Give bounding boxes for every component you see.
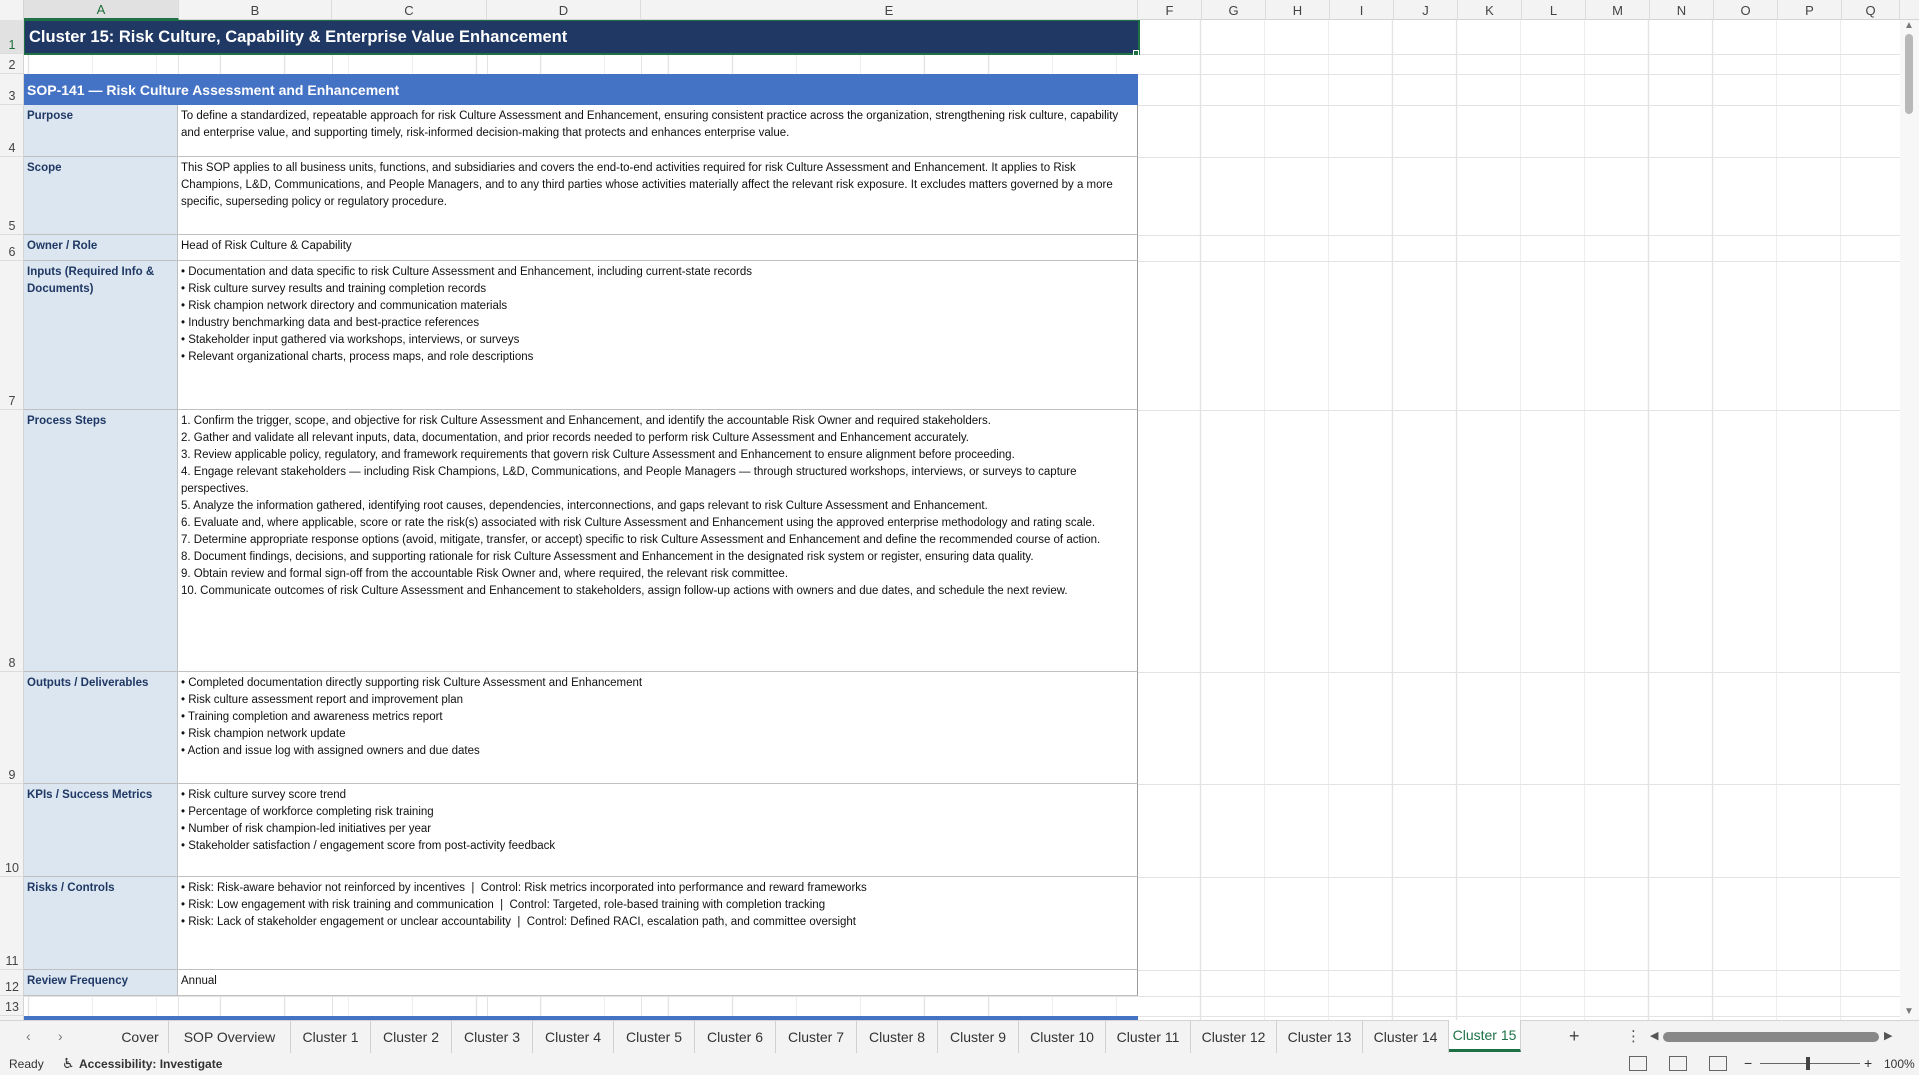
process-steps-label[interactable]: Process Steps	[24, 410, 178, 672]
risks-controls-label[interactable]: Risks / Controls	[24, 877, 178, 970]
normal-view-icon[interactable]	[1629, 1056, 1647, 1071]
column-header-m[interactable]: M	[1586, 0, 1650, 20]
zoom-out-icon[interactable]: −	[1744, 1055, 1752, 1071]
tab-cluster-1[interactable]: Cluster 1	[291, 1021, 371, 1053]
tab-cluster-3[interactable]: Cluster 3	[452, 1021, 533, 1053]
zoom-in-icon[interactable]: +	[1864, 1055, 1872, 1071]
scope-label[interactable]: Scope	[24, 157, 178, 235]
row-header-7[interactable]: 7	[0, 261, 23, 410]
column-header-bar: A B C D E F G H I J K L M N O P Q	[0, 0, 1919, 20]
scroll-up-icon[interactable]: ▲	[1904, 20, 1914, 31]
tab-cover[interactable]: Cover	[112, 1021, 169, 1053]
row-header-1[interactable]: 1	[0, 20, 23, 54]
row-header-10[interactable]: 10	[0, 784, 23, 877]
excel-window: A B C D E F G H I J K L M N O P Q 1 2 3 …	[0, 0, 1919, 1075]
tab-cluster-2[interactable]: Cluster 2	[371, 1021, 452, 1053]
status-ready: Ready	[9, 1057, 44, 1071]
tab-cluster-9[interactable]: Cluster 9	[938, 1021, 1019, 1053]
owner-label[interactable]: Owner / Role	[24, 235, 178, 261]
zoom-level[interactable]: 100%	[1884, 1057, 1915, 1071]
scope-value[interactable]: This SOP applies to all business units, …	[178, 157, 1138, 235]
tab-cluster-14[interactable]: Cluster 14	[1363, 1021, 1449, 1053]
column-header-e[interactable]: E	[641, 0, 1138, 20]
column-header-p[interactable]: P	[1778, 0, 1842, 20]
tab-cluster-15[interactable]: Cluster 15	[1449, 1020, 1521, 1052]
select-all-corner[interactable]	[0, 0, 24, 20]
zoom-slider-thumb[interactable]	[1806, 1057, 1810, 1070]
chevron-left-icon[interactable]: ‹	[26, 1028, 31, 1044]
zoom-slider[interactable]	[1760, 1063, 1860, 1064]
tab-cluster-12[interactable]: Cluster 12	[1191, 1021, 1277, 1053]
review-frequency-label[interactable]: Review Frequency	[24, 970, 178, 996]
sop-section-header[interactable]: SOP-141 — Risk Culture Assessment and En…	[24, 74, 1138, 105]
tab-cluster-10[interactable]: Cluster 10	[1019, 1021, 1106, 1053]
status-bar: Ready ♿ Accessibility: Investigate − + 1…	[0, 1053, 1919, 1075]
vertical-scrollbar[interactable]: ▲ ▼	[1900, 20, 1919, 1020]
row-header-11[interactable]: 11	[0, 877, 23, 970]
owner-value[interactable]: Head of Risk Culture & Capability	[178, 235, 1138, 261]
purpose-value[interactable]: To define a standardized, repeatable app…	[178, 105, 1138, 157]
column-header-b[interactable]: B	[179, 0, 332, 20]
accessibility-status[interactable]: Accessibility: Investigate	[79, 1057, 222, 1071]
review-frequency-value[interactable]: Annual	[178, 970, 1138, 996]
tab-sop-overview[interactable]: SOP Overview	[169, 1021, 291, 1053]
plus-icon[interactable]: +	[1569, 1026, 1580, 1047]
sheet-title-cell[interactable]: Cluster 15: Risk Culture, Capability & E…	[24, 20, 1140, 55]
row-header-bar: 1 2 3 4 5 6 7 8 9 10 11 12 13	[0, 20, 24, 1020]
row-header-6[interactable]: 6	[0, 235, 23, 261]
chevron-right-icon[interactable]: ›	[58, 1028, 63, 1044]
column-header-i[interactable]: I	[1330, 0, 1394, 20]
inputs-label[interactable]: Inputs (Required Info & Documents)	[24, 261, 178, 410]
column-header-f[interactable]: F	[1138, 0, 1202, 20]
tab-cluster-11[interactable]: Cluster 11	[1106, 1021, 1191, 1053]
page-layout-view-icon[interactable]	[1669, 1056, 1687, 1071]
column-header-o[interactable]: O	[1714, 0, 1778, 20]
vertical-dots-icon[interactable]: ⋮	[1626, 1027, 1641, 1045]
row-header-12[interactable]: 12	[0, 970, 23, 996]
tab-cluster-7[interactable]: Cluster 7	[776, 1021, 857, 1053]
inputs-value[interactable]: • Documentation and data specific to ris…	[178, 261, 1138, 410]
row-header-4[interactable]: 4	[0, 105, 23, 157]
kpis-value[interactable]: • Risk culture survey score trend • Perc…	[178, 784, 1138, 877]
row-header-13[interactable]: 13	[0, 996, 23, 1016]
row-header-8[interactable]: 8	[0, 410, 23, 672]
row-header-9[interactable]: 9	[0, 672, 23, 784]
column-header-c[interactable]: C	[332, 0, 487, 20]
kpis-label[interactable]: KPIs / Success Metrics	[24, 784, 178, 877]
accessibility-icon[interactable]: ♿	[62, 1055, 75, 1072]
sheet-tab-bar: ‹ › Cover SOP Overview Cluster 1 Cluster…	[0, 1020, 1919, 1053]
scroll-right-icon[interactable]: ▶	[1884, 1029, 1892, 1042]
tab-cluster-8[interactable]: Cluster 8	[857, 1021, 938, 1053]
page-break-view-icon[interactable]	[1709, 1056, 1727, 1071]
row-header-5[interactable]: 5	[0, 157, 23, 235]
purpose-label[interactable]: Purpose	[24, 105, 178, 157]
risks-controls-value[interactable]: • Risk: Risk-aware behavior not reinforc…	[178, 877, 1138, 970]
row-header-3[interactable]: 3	[0, 74, 23, 105]
horizontal-scroll-thumb[interactable]	[1663, 1032, 1879, 1042]
column-header-h[interactable]: H	[1266, 0, 1330, 20]
fill-handle[interactable]	[1133, 50, 1139, 56]
column-header-g[interactable]: G	[1202, 0, 1266, 20]
column-header-k[interactable]: K	[1458, 0, 1522, 20]
tab-cluster-6[interactable]: Cluster 6	[695, 1021, 776, 1053]
scroll-left-icon[interactable]: ◀	[1650, 1029, 1658, 1042]
tab-cluster-13[interactable]: Cluster 13	[1277, 1021, 1363, 1053]
column-header-n[interactable]: N	[1650, 0, 1714, 20]
outputs-value[interactable]: • Completed documentation directly suppo…	[178, 672, 1138, 784]
column-header-d[interactable]: D	[487, 0, 641, 20]
process-steps-value[interactable]: 1. Confirm the trigger, scope, and objec…	[178, 410, 1138, 672]
column-header-a[interactable]: A	[24, 0, 179, 20]
outputs-label[interactable]: Outputs / Deliverables	[24, 672, 178, 784]
column-header-q[interactable]: Q	[1842, 0, 1900, 20]
tab-cluster-4[interactable]: Cluster 4	[533, 1021, 614, 1053]
column-header-j[interactable]: J	[1394, 0, 1458, 20]
row-header-2[interactable]: 2	[0, 54, 23, 74]
scroll-down-icon[interactable]: ▼	[1904, 1006, 1914, 1017]
vertical-scroll-thumb[interactable]	[1905, 34, 1913, 114]
tab-cluster-5[interactable]: Cluster 5	[614, 1021, 695, 1053]
cell-grid[interactable]: Cluster 15: Risk Culture, Capability & E…	[24, 20, 1900, 1020]
column-header-l[interactable]: L	[1522, 0, 1586, 20]
